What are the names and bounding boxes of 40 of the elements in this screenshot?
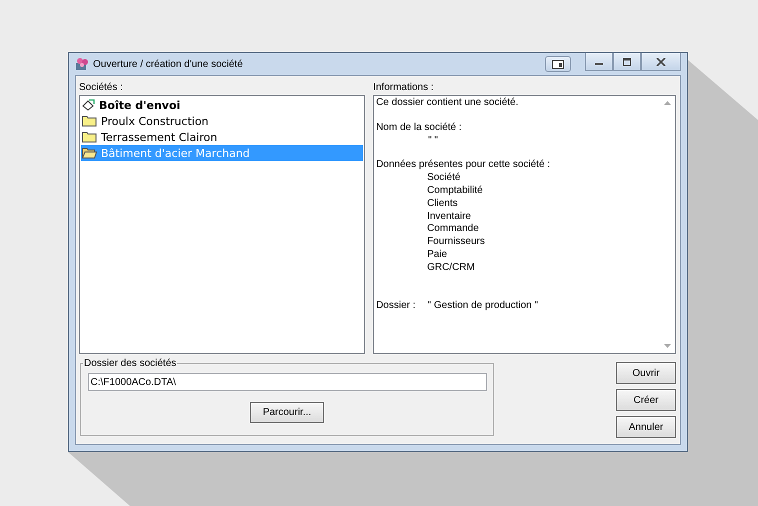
info-text: " " <box>427 134 439 148</box>
company-item[interactable]: Proulx Construction <box>81 113 364 129</box>
minimize-button[interactable] <box>585 53 613 71</box>
company-item[interactable]: Boîte d'envoi <box>81 97 364 113</box>
info-text: GRC/CRM <box>426 262 476 275</box>
outbox-icon <box>82 99 95 111</box>
info-text: Paie <box>426 248 448 262</box>
window-icon <box>552 60 564 68</box>
info-text: Ce dossier contient une société. <box>376 97 520 110</box>
open-folder-icon <box>82 147 97 159</box>
folder-icon <box>82 131 97 143</box>
maximize-button[interactable] <box>613 53 641 71</box>
info-text: Société <box>426 172 462 185</box>
scroll-up-icon <box>664 101 670 105</box>
window-menu-button[interactable] <box>545 56 571 72</box>
info-text: Clients <box>426 198 459 211</box>
info-text: Dossier : <box>376 300 416 312</box>
info-text: Comptabilité <box>426 184 484 198</box>
companies-label: Sociétés : <box>79 82 124 93</box>
info-text: Données présentes pour cette société : <box>376 159 552 172</box>
info-text: Inventaire <box>426 210 472 224</box>
browse-button[interactable]: Parcourir... <box>250 402 324 423</box>
maximize-icon <box>622 58 632 66</box>
scroll-down-icon <box>664 344 670 348</box>
info-text: Nom de la société : <box>376 122 463 135</box>
company-item[interactable]: Terrassement Clairon <box>81 129 364 145</box>
info-text: Fournisseurs <box>426 236 486 249</box>
dialog-button[interactable]: Ouvrir <box>616 362 676 384</box>
flower-icon <box>75 57 89 71</box>
group-legend: Dossier des sociétés <box>83 358 178 369</box>
info-text: " Gestion de production " <box>428 300 538 312</box>
informations-label: Informations : <box>373 82 435 93</box>
close-icon <box>656 58 666 66</box>
info-text: Commande <box>426 223 480 236</box>
window-title: Ouverture / création d'une société <box>93 58 243 70</box>
dialog-button[interactable]: Créer <box>616 389 676 411</box>
dialog-button[interactable]: Annuler <box>616 416 676 438</box>
path-field[interactable]: C:\F1000ACo.DTA\ <box>88 373 486 391</box>
folder-icon <box>82 115 97 127</box>
close-button[interactable] <box>641 53 681 71</box>
